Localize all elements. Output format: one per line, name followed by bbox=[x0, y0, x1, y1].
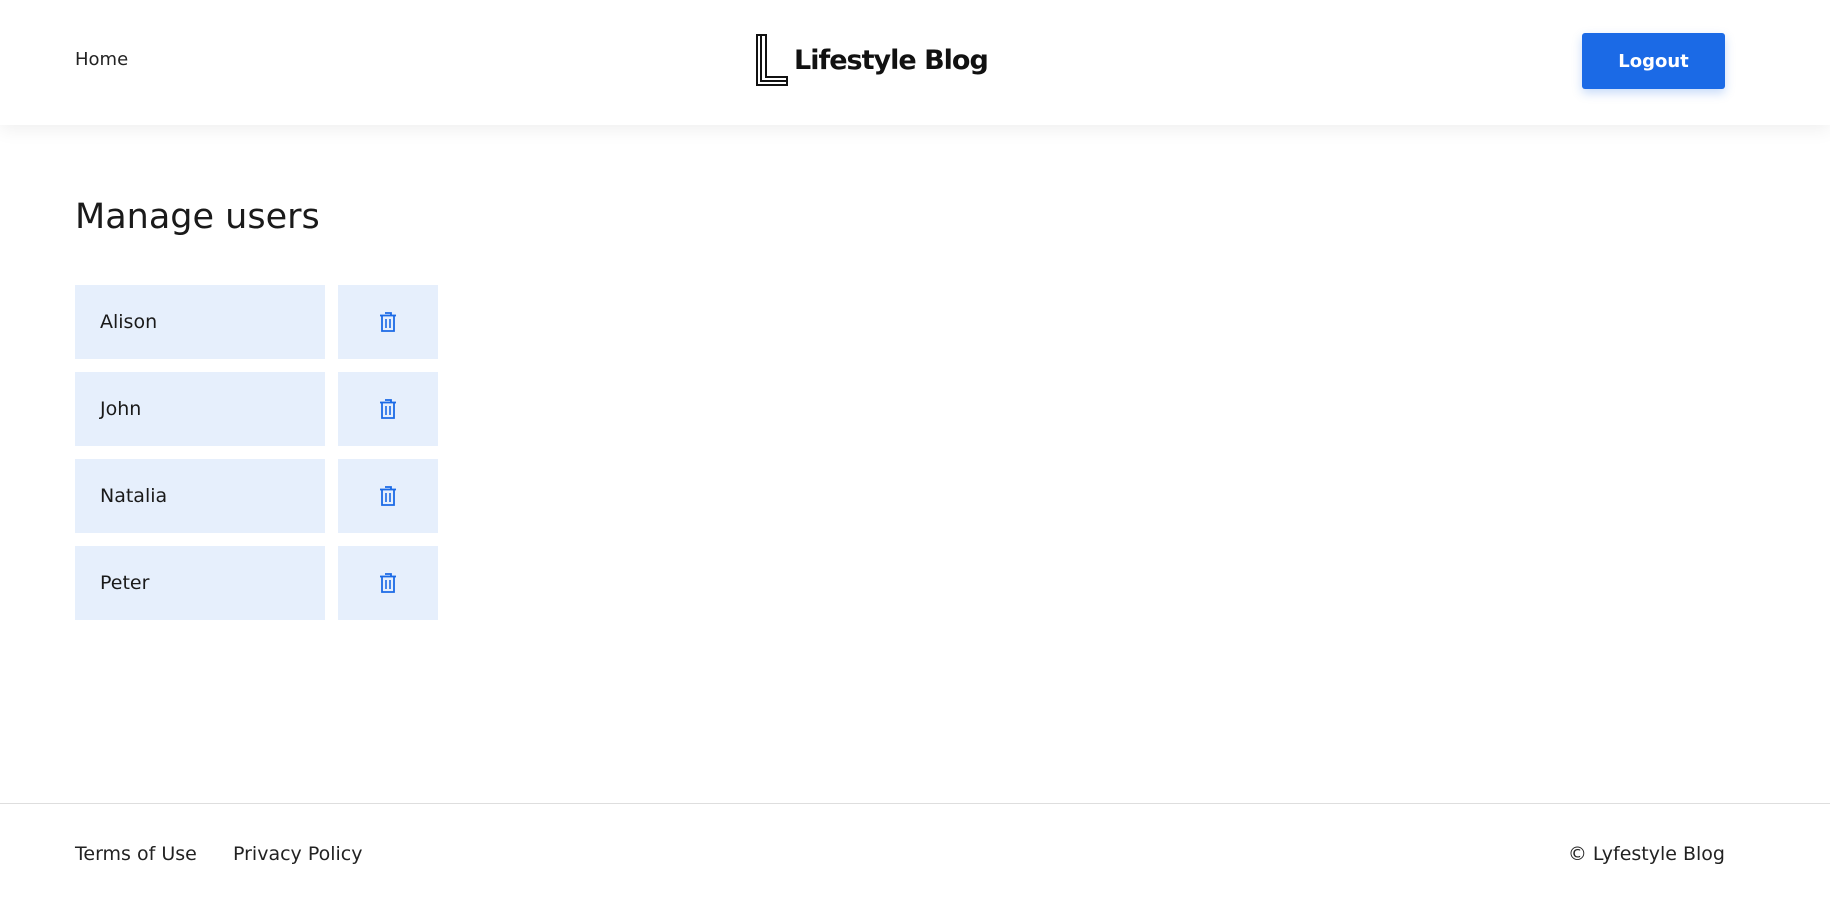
delete-user-button[interactable] bbox=[338, 459, 438, 533]
site-logo[interactable]: Lifestyle Blog bbox=[756, 34, 989, 86]
user-name: Natalia bbox=[75, 459, 325, 533]
user-name: John bbox=[75, 372, 325, 446]
delete-user-button[interactable] bbox=[338, 546, 438, 620]
logo-mark-icon bbox=[756, 34, 788, 86]
user-row: John bbox=[75, 372, 475, 446]
delete-user-button[interactable] bbox=[338, 372, 438, 446]
terms-of-use-link[interactable]: Terms of Use bbox=[75, 843, 197, 865]
user-row: Peter bbox=[75, 546, 475, 620]
user-list: Alison John Natalia Peter bbox=[75, 285, 475, 633]
copyright-text: © Lyfestyle Blog bbox=[1567, 843, 1725, 865]
nav-home-link[interactable]: Home bbox=[75, 49, 128, 70]
trash-icon bbox=[380, 486, 396, 506]
footer-divider bbox=[0, 803, 1830, 804]
trash-icon bbox=[380, 573, 396, 593]
user-name: Alison bbox=[75, 285, 325, 359]
page-title: Manage users bbox=[75, 197, 320, 237]
logout-button[interactable]: Logout bbox=[1582, 33, 1725, 89]
trash-icon bbox=[380, 399, 396, 419]
trash-icon bbox=[380, 312, 396, 332]
site-header: Home Lifestyle Blog Logout bbox=[0, 0, 1830, 125]
user-name: Peter bbox=[75, 546, 325, 620]
user-row: Alison bbox=[75, 285, 475, 359]
privacy-policy-link[interactable]: Privacy Policy bbox=[233, 843, 362, 865]
logo-text: Lifestyle Blog bbox=[794, 44, 989, 76]
delete-user-button[interactable] bbox=[338, 285, 438, 359]
user-row: Natalia bbox=[75, 459, 475, 533]
